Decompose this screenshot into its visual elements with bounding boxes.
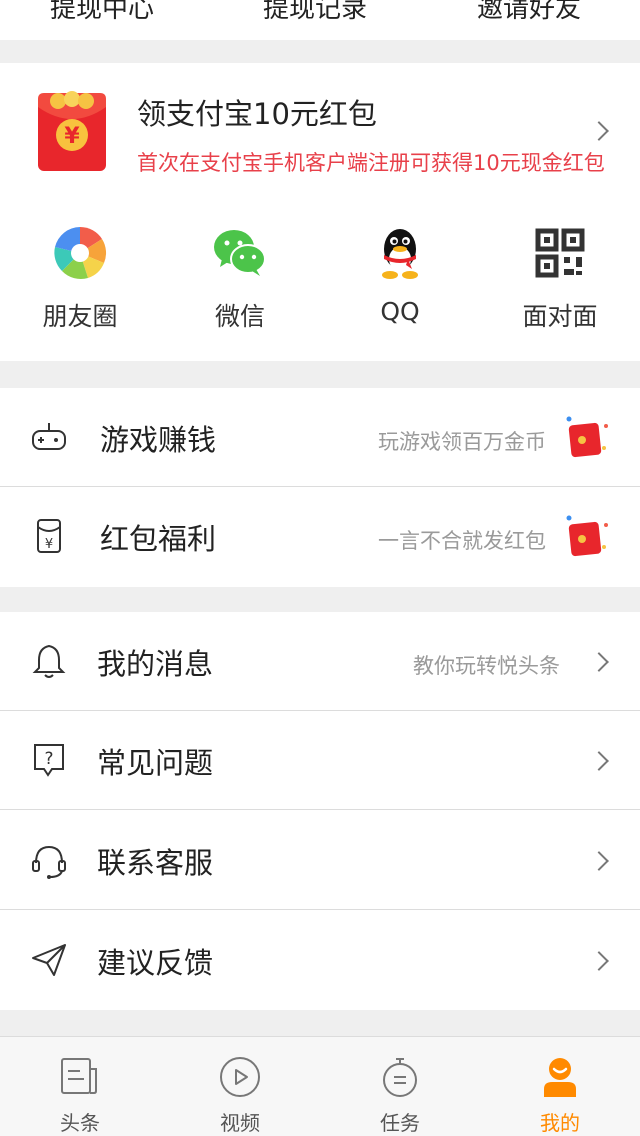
share-face-to-face[interactable]: 面对面 <box>480 223 640 343</box>
menu-item-customer-service[interactable]: 联系客服 <box>0 811 640 910</box>
question-icon: ? <box>34 744 64 777</box>
row-divider <box>0 909 640 910</box>
withdraw-center-link[interactable]: 提现中心 <box>50 0 154 25</box>
menu-item-red-packet-welfare[interactable]: ¥ 红包福利 一言不合就发红包 <box>0 487 640 586</box>
qrcode-icon <box>535 228 585 278</box>
qq-icon <box>382 229 418 279</box>
menu-item-hint: 教你玩转悦头条 <box>413 654 560 678</box>
top-nav: 提现中心 提现记录 邀请好友 <box>0 0 640 40</box>
svg-text:?: ? <box>44 749 53 769</box>
share-qq[interactable]: QQ <box>320 223 480 343</box>
invite-friends-link[interactable]: 邀请好友 <box>477 0 581 25</box>
moments-icon <box>54 226 107 280</box>
share-wechat[interactable]: 微信 <box>160 223 320 343</box>
tab-mine[interactable]: 我的 <box>480 1037 640 1136</box>
wechat-icon <box>214 230 266 276</box>
chevron-right-icon <box>589 121 609 141</box>
rewards-group: 游戏赚钱 玩游戏领百万金币 ¥ 红包福利 一言不合就发红包 <box>0 388 640 587</box>
tab-headlines[interactable]: 头条 <box>0 1037 160 1136</box>
share-label: 微信 <box>214 302 265 331</box>
red-envelope-icon: ¥ <box>37 519 61 553</box>
tab-label: 头条 <box>60 1111 100 1135</box>
settings-group: 我的消息 教你玩转悦头条 ? 常见问题 联系客服 建议反馈 <box>0 612 640 1010</box>
menu-item-label: 红包福利 <box>100 522 217 556</box>
menu-item-label: 我的消息 <box>97 647 214 681</box>
menu-item-hint: 一言不合就发红包 <box>378 529 546 553</box>
paper-plane-icon <box>32 944 66 976</box>
svg-text:¥: ¥ <box>64 124 80 149</box>
stopwatch-icon <box>383 1058 417 1097</box>
red-packet-icon <box>566 515 608 557</box>
bottom-tab-bar: 头条 视频 任务 我的 <box>0 1036 640 1136</box>
alipay-banner[interactable]: ¥ 领支付宝10元红包 首次在支付宝手机客户端注册可获得10元现金红包 <box>0 63 640 203</box>
play-icon <box>220 1057 260 1097</box>
menu-item-faq[interactable]: ? 常见问题 <box>0 711 640 810</box>
withdraw-records-link[interactable]: 提现记录 <box>263 0 367 25</box>
red-packet-icon <box>566 416 608 458</box>
tab-label: 任务 <box>380 1111 420 1135</box>
share-label: 面对面 <box>522 302 598 331</box>
row-divider <box>0 809 640 810</box>
share-label: QQ <box>380 297 420 326</box>
menu-item-label: 游戏赚钱 <box>100 423 217 457</box>
news-icon <box>61 1058 97 1094</box>
tab-label: 我的 <box>540 1111 580 1135</box>
alipay-share-card: ¥ 领支付宝10元红包 首次在支付宝手机客户端注册可获得10元现金红包 朋友圈 <box>0 63 640 361</box>
menu-item-label: 常见问题 <box>97 746 214 780</box>
tab-tasks[interactable]: 任务 <box>320 1037 480 1136</box>
bell-icon <box>32 644 66 678</box>
alipay-subtitle: 首次在支付宝手机客户端注册可获得10元现金红包 <box>137 151 605 175</box>
profile-icon <box>544 1058 576 1097</box>
menu-item-feedback[interactable]: 建议反馈 <box>0 911 640 1010</box>
menu-item-my-messages[interactable]: 我的消息 教你玩转悦头条 <box>0 612 640 711</box>
chevron-right-icon <box>589 652 609 672</box>
svg-text:¥: ¥ <box>45 537 53 552</box>
share-label: 朋友圈 <box>42 302 118 331</box>
menu-item-game-earn[interactable]: 游戏赚钱 玩游戏领百万金币 <box>0 388 640 487</box>
tab-label: 视频 <box>220 1111 260 1135</box>
chevron-right-icon <box>589 951 609 971</box>
share-moments[interactable]: 朋友圈 <box>0 223 160 343</box>
menu-item-label: 建议反馈 <box>97 946 214 980</box>
red-packet-icon: ¥ <box>38 91 106 171</box>
menu-item-label: 联系客服 <box>97 846 214 880</box>
menu-item-hint: 玩游戏领百万金币 <box>378 430 546 454</box>
gamepad-icon <box>32 423 66 450</box>
chevron-right-icon <box>589 751 609 771</box>
alipay-title: 领支付宝10元红包 <box>137 97 377 131</box>
chevron-right-icon <box>589 851 609 871</box>
tab-video[interactable]: 视频 <box>160 1037 320 1136</box>
headset-icon <box>32 845 66 879</box>
